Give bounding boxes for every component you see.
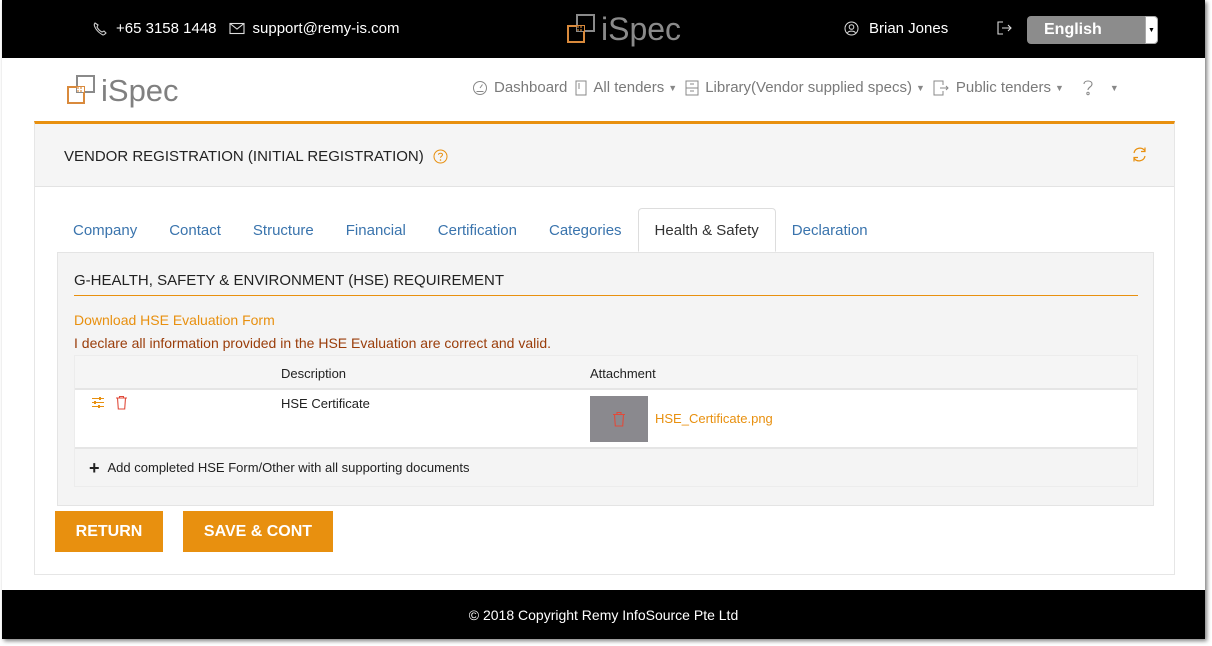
- caret-down-icon: ▼: [915, 82, 925, 93]
- declaration-text: I declare all information provided in th…: [74, 335, 552, 351]
- section-title: G-HEALTH, SAFETY & ENVIRONMENT (HSE) REQ…: [74, 272, 1138, 296]
- brand-logo[interactable]: iSpec: [64, 73, 179, 107]
- document-icon: [575, 80, 587, 95]
- email-icon: [228, 22, 245, 35]
- logout-icon: [997, 21, 1012, 35]
- help-circle-icon[interactable]: [433, 149, 448, 164]
- nav-all-tenders[interactable]: All tenders ▼: [575, 79, 677, 96]
- dashboard-icon: [473, 80, 487, 95]
- attachment-thumbnail[interactable]: [590, 396, 648, 442]
- add-document-button[interactable]: + Add completed HSE Form/Other with all …: [75, 449, 1137, 486]
- tab-structure[interactable]: Structure: [237, 208, 330, 252]
- registration-tabs: Company Contact Structure Financial Cert…: [57, 208, 884, 252]
- nav-links: Dashboard All tenders ▼ Library(Vendor s…: [472, 79, 1127, 96]
- column-header-attachment: Attachment: [590, 366, 656, 381]
- tab-categories[interactable]: Categories: [533, 208, 638, 252]
- add-document-label: Add completed HSE Form/Other with all su…: [107, 460, 470, 475]
- health-safety-panel: G-HEALTH, SAFETY & ENVIRONMENT (HSE) REQ…: [57, 252, 1154, 506]
- app-window: +65 3158 1448 support@remy-is.com iSpec …: [2, 0, 1205, 639]
- column-header-description: Description: [281, 366, 347, 381]
- user-menu[interactable]: Brian Jones: [844, 20, 948, 37]
- chevron-down-icon: ▼: [1145, 16, 1158, 44]
- attachment-filename-link[interactable]: HSE_Certificate.png: [655, 411, 773, 426]
- footer: © 2018 Copyright Remy InfoSource Pte Ltd: [2, 590, 1205, 639]
- hse-documents-table: Description Attachment HSE Certificate H…: [74, 355, 1138, 487]
- tab-declaration[interactable]: Declaration: [776, 208, 884, 252]
- tab-company[interactable]: Company: [57, 208, 153, 252]
- page-title: VENDOR REGISTRATION (INITIAL REGISTRATIO…: [64, 148, 448, 165]
- row-description: HSE Certificate: [281, 396, 370, 411]
- download-hse-form-link[interactable]: Download HSE Evaluation Form: [74, 312, 275, 328]
- question-icon: [1083, 80, 1093, 96]
- caret-down-icon: ▼: [1109, 82, 1119, 93]
- caret-down-icon: ▼: [668, 82, 678, 93]
- caret-down-icon: ▼: [1054, 82, 1064, 93]
- language-value: English: [1044, 21, 1102, 38]
- tab-certification[interactable]: Certification: [422, 208, 533, 252]
- nav-public-tenders-label: Public tenders: [955, 79, 1051, 96]
- nav-all-tenders-label: All tenders: [593, 79, 665, 96]
- copyright-text: © 2018 Copyright Remy InfoSource Pte Ltd: [468, 606, 739, 623]
- plus-icon: +: [89, 457, 100, 478]
- phone-number[interactable]: +65 3158 1448: [116, 20, 217, 37]
- cabinet-icon: [685, 80, 699, 95]
- tab-financial[interactable]: Financial: [330, 208, 422, 252]
- user-name: Brian Jones: [869, 20, 949, 37]
- refresh-icon: [1133, 147, 1146, 162]
- logout-button[interactable]: [997, 21, 1013, 40]
- edit-settings-button[interactable]: [91, 396, 105, 409]
- user-icon: [844, 21, 859, 36]
- save-continue-button[interactable]: SAVE & CONT: [183, 511, 333, 552]
- delete-row-button[interactable]: [115, 395, 128, 410]
- top-bar: +65 3158 1448 support@remy-is.com iSpec …: [2, 0, 1205, 58]
- nav-public-tenders[interactable]: Public tenders ▼: [933, 79, 1064, 96]
- brand-name: iSpec: [601, 11, 682, 47]
- table-row: HSE Certificate HSE_Certificate.png: [75, 390, 1137, 449]
- phone-icon: [93, 21, 107, 36]
- nav-library[interactable]: Library(Vendor supplied specs) ▼: [685, 79, 925, 96]
- page-title-text: VENDOR REGISTRATION (INITIAL REGISTRATIO…: [64, 148, 424, 165]
- nav-help[interactable]: ▼: [1082, 79, 1119, 96]
- nav-dashboard-label: Dashboard: [494, 79, 568, 96]
- export-file-icon: [933, 80, 949, 95]
- brand-name: iSpec: [101, 72, 179, 108]
- language-select[interactable]: English ▼: [1027, 16, 1158, 44]
- support-email[interactable]: support@remy-is.com: [253, 20, 400, 37]
- contact-info: +65 3158 1448 support@remy-is.com: [92, 20, 399, 37]
- main-navbar: iSpec Dashboard All tenders ▼ Library(Ve…: [2, 58, 1205, 121]
- tab-health-safety[interactable]: Health & Safety: [637, 208, 776, 252]
- ispec-logo-icon: [567, 14, 595, 43]
- ispec-logo-icon: [67, 75, 95, 104]
- tab-contact[interactable]: Contact: [153, 208, 237, 252]
- trash-icon[interactable]: [612, 411, 626, 427]
- vendor-registration-card: VENDOR REGISTRATION (INITIAL REGISTRATIO…: [34, 121, 1175, 575]
- nav-dashboard[interactable]: Dashboard: [472, 79, 567, 96]
- refresh-button[interactable]: [1131, 146, 1148, 168]
- trash-icon: [116, 395, 127, 410]
- table-header: Description Attachment: [75, 356, 1137, 390]
- return-button[interactable]: RETURN: [55, 511, 163, 552]
- row-actions: [91, 395, 138, 410]
- brand-logo-top[interactable]: iSpec: [564, 12, 681, 46]
- nav-library-label: Library(Vendor supplied specs): [705, 79, 912, 96]
- sliders-icon: [92, 397, 104, 408]
- card-header: VENDOR REGISTRATION (INITIAL REGISTRATIO…: [35, 124, 1174, 187]
